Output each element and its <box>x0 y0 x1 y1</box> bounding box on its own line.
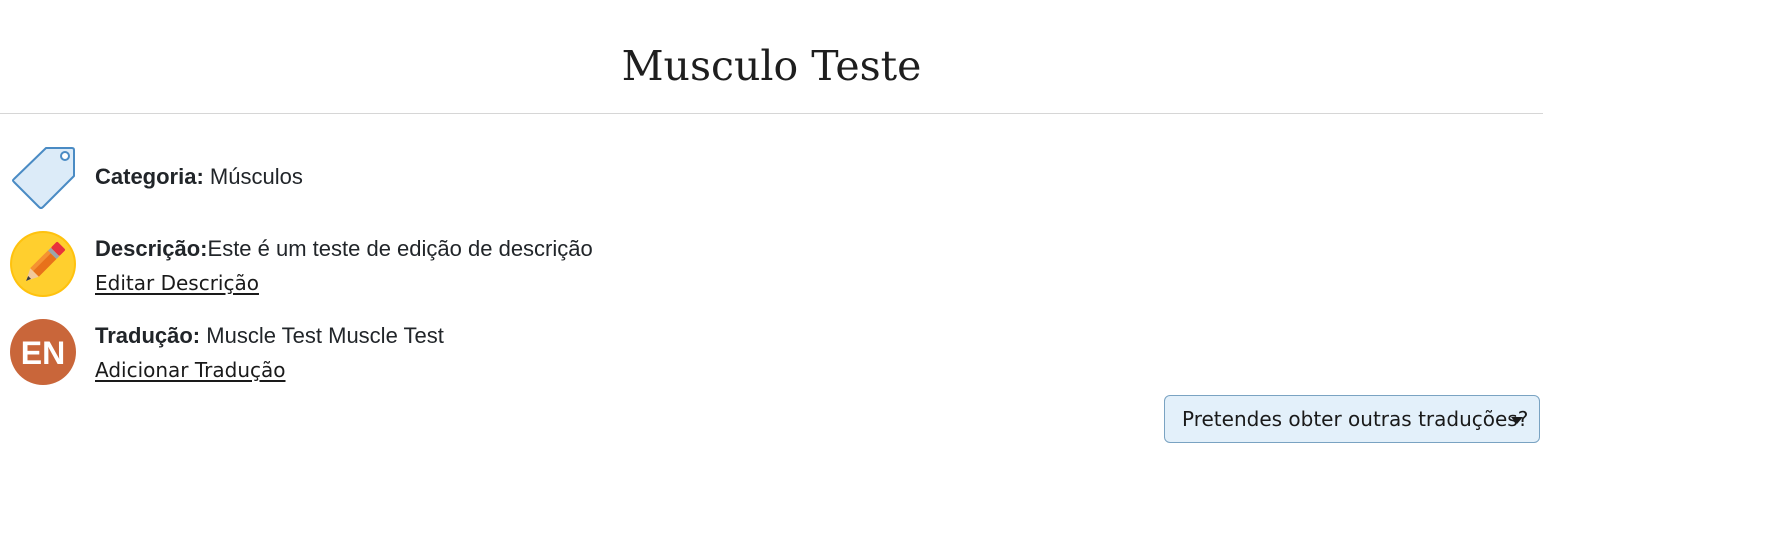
pencil-icon <box>10 231 76 297</box>
category-line: Categoria: Músculos <box>95 163 303 191</box>
tag-icon <box>10 145 76 211</box>
description-line: Descrição:Este é um teste de edição de d… <box>95 235 593 263</box>
page-title: Musculo Teste <box>621 42 922 90</box>
language-badge-icon: EN <box>10 319 76 385</box>
translation-value: Muscle Test Muscle Test <box>206 323 444 348</box>
translation-label: Tradução: <box>95 323 201 348</box>
other-translations-dropdown[interactable]: Pretendes obter outras traduções? <box>1164 395 1540 443</box>
category-value: Músculos <box>209 164 303 189</box>
other-translations-label: Pretendes obter outras traduções? <box>1182 407 1529 431</box>
description-label: Descrição: <box>95 236 208 261</box>
edit-description-link[interactable]: Editar Descrição <box>95 270 259 296</box>
description-value: Este é um teste de edição de descrição <box>207 236 593 261</box>
translation-line: Tradução: Muscle Test Muscle Test <box>95 322 444 350</box>
language-badge-text: EN <box>21 335 65 371</box>
title-divider <box>0 113 1543 114</box>
add-translation-link[interactable]: Adicionar Tradução <box>95 357 286 383</box>
caret-down-icon <box>1511 417 1523 424</box>
category-label: Categoria: <box>95 164 204 189</box>
